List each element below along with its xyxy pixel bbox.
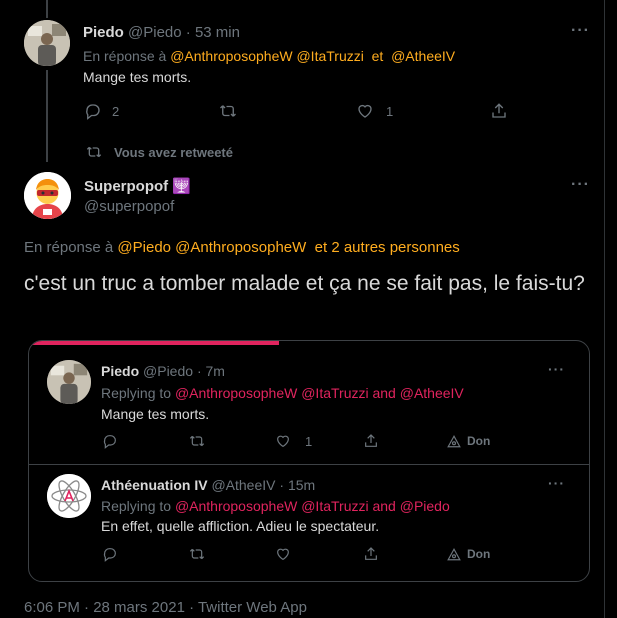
author-name[interactable]: Piedo <box>83 24 124 41</box>
reply-icon <box>102 546 118 562</box>
avatar-superpopof[interactable] <box>24 172 71 219</box>
retweet-button[interactable] <box>188 546 206 562</box>
mention-link[interactable]: @AnthroposopheW <box>175 385 297 401</box>
mention-link[interactable]: @ItaTruzzi <box>296 48 363 64</box>
main-replying-to: En réponse à @Piedo @AnthroposopheW et 2… <box>24 239 460 256</box>
retweet-button[interactable] <box>188 433 206 449</box>
quote-divider <box>29 464 589 465</box>
main-tweet-header: Superpopof 🕎 <box>84 177 191 195</box>
reply1-replying-to: En réponse à @AnthroposopheW @ItaTruzzi … <box>83 48 456 64</box>
quote-accent-bar <box>29 341 279 345</box>
don-button[interactable]: Don <box>447 434 490 448</box>
reply1-header: Piedo @Piedo · 53 min <box>83 24 240 41</box>
like-count: 1 <box>386 103 394 119</box>
share-button[interactable] <box>363 433 379 449</box>
mention-link[interactable]: @Piedo <box>400 498 450 514</box>
share-icon <box>363 433 379 449</box>
tweet-text: En effet, quelle affliction. Adieu le sp… <box>101 518 380 534</box>
mention-link[interactable]: @Piedo <box>117 239 171 256</box>
quoted-thread[interactable]: Piedo @Piedo · 7m ··· Replying to @Anthr… <box>28 340 590 582</box>
share-button[interactable] <box>490 102 508 120</box>
author-name[interactable]: Superpopof <box>84 178 168 195</box>
more-icon[interactable]: ··· <box>548 361 565 377</box>
tweet-text: Mange tes morts. <box>101 406 210 422</box>
avatar-piedo[interactable] <box>47 360 91 404</box>
retweet-icon <box>218 102 238 120</box>
reply-button[interactable] <box>102 546 118 562</box>
mention-link[interactable]: @AtheeIV <box>391 48 455 64</box>
quote1-replying-to: Replying to @AnthroposopheW @ItaTruzzi a… <box>101 385 464 401</box>
don-button[interactable]: Don <box>447 547 490 561</box>
reply-button[interactable]: 2 <box>84 102 119 120</box>
retweet-icon <box>188 433 206 449</box>
tweet-time[interactable]: 15m <box>288 477 315 493</box>
quote2-replying-to: Replying to @AnthroposopheW @ItaTruzzi a… <box>101 498 450 514</box>
share-icon <box>363 546 379 562</box>
thread-line <box>46 70 48 162</box>
reply-count: 2 <box>112 103 120 119</box>
reply-icon <box>102 433 118 449</box>
author-handle[interactable]: @superpopof <box>84 198 174 215</box>
mention-link[interactable]: et 2 autres personnes <box>315 239 460 256</box>
share-button[interactable] <box>363 546 379 562</box>
like-icon <box>275 433 291 449</box>
author-name[interactable]: Athéenuation IV <box>101 477 208 493</box>
more-icon[interactable]: ··· <box>571 176 590 194</box>
menorah-badge: 🕎 <box>172 178 192 195</box>
share-icon <box>490 102 508 120</box>
author-handle[interactable]: @Piedo <box>143 363 193 379</box>
retweet-button[interactable] <box>218 102 238 120</box>
mention-link[interactable]: @AnthroposopheW <box>175 498 297 514</box>
author-handle[interactable]: @Piedo <box>128 24 182 41</box>
like-icon <box>275 546 291 562</box>
mention-link[interactable]: @AnthroposopheW <box>175 239 306 256</box>
quote1-header: Piedo @Piedo · 7m <box>101 363 225 379</box>
mention-link[interactable]: @ItaTruzzi <box>301 385 368 401</box>
more-icon[interactable]: ··· <box>548 475 565 491</box>
avatar-piedo[interactable] <box>24 20 70 66</box>
main-tweet-text: c'est un truc a tomber malade et ça ne s… <box>24 272 585 295</box>
more-icon[interactable]: ··· <box>571 22 590 40</box>
don-icon <box>447 547 461 561</box>
mention-link[interactable]: @AnthroposopheW <box>170 48 292 64</box>
mention-link[interactable]: @ItaTruzzi <box>301 498 368 514</box>
like-button[interactable]: 1 <box>275 433 312 449</box>
retweet-icon <box>188 546 206 562</box>
author-name[interactable]: Piedo <box>101 363 139 379</box>
reply-icon <box>84 102 102 120</box>
like-count: 1 <box>305 433 313 449</box>
author-handle[interactable]: @AtheeIV <box>211 477 275 493</box>
like-icon <box>356 102 374 120</box>
tweet-timestamp[interactable]: 6:06 PM · 28 mars 2021 · Twitter Web App <box>24 599 307 616</box>
reply-button[interactable] <box>102 433 118 449</box>
tweet-text: Mange tes morts. <box>83 69 192 85</box>
like-button[interactable] <box>275 546 291 562</box>
retweet-icon <box>84 144 104 160</box>
thread-line-top <box>46 0 48 18</box>
tweet-time[interactable]: 7m <box>206 363 225 379</box>
quote2-header: Athéenuation IV @AtheeIV · 15m <box>101 477 316 493</box>
tweet-time[interactable]: 53 min <box>195 24 240 41</box>
retweet-notice: Vous avez retweeté <box>84 144 233 160</box>
mention-link[interactable]: @AtheeIV <box>400 385 464 401</box>
like-button[interactable]: 1 <box>356 102 393 120</box>
avatar-atheeiv[interactable] <box>47 474 91 518</box>
don-icon <box>447 434 461 448</box>
